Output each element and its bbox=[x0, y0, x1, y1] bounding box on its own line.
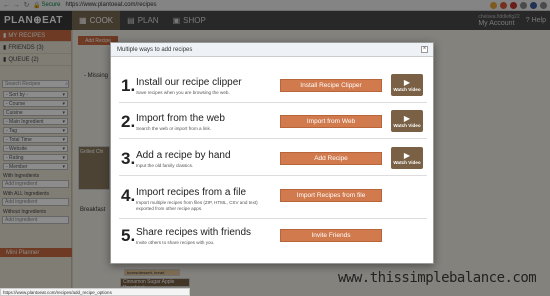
add-recipe-modal: Multiple ways to add recipes × 1. Instal… bbox=[110, 42, 434, 264]
option-number: 4. bbox=[121, 186, 136, 205]
option-title: Install our recipe clipper bbox=[136, 77, 242, 88]
modal-title: Multiple ways to add recipes bbox=[117, 46, 193, 53]
option-share-friends: 5. Share recipes with friends Invite oth… bbox=[119, 223, 427, 253]
install-recipe-clipper-button[interactable]: Install Recipe Clipper bbox=[280, 79, 382, 92]
watch-video-label: Watch Video bbox=[393, 87, 421, 92]
play-icon: ▶ bbox=[403, 151, 411, 160]
option-add-by-hand: 3. Add a recipe by hand Input the old fa… bbox=[119, 146, 427, 176]
import-recipes-from-file-button[interactable]: Import Recipes from file bbox=[280, 189, 382, 202]
invite-friends-button[interactable]: Invite Friends bbox=[280, 229, 382, 242]
option-description: Input the old family classics. bbox=[136, 163, 194, 168]
option-title: Share recipes with friends bbox=[136, 227, 252, 238]
watch-video-button[interactable]: ▶ Watch Video bbox=[391, 74, 423, 96]
option-title: Import recipes from a file bbox=[136, 187, 247, 198]
option-description: Save recipes when you are browsing the w… bbox=[136, 90, 230, 95]
option-recipe-clipper: 1. Install our recipe clipper Save recip… bbox=[119, 73, 427, 103]
watch-video-button[interactable]: ▶ Watch Video bbox=[391, 110, 423, 132]
option-title: Add a recipe by hand bbox=[136, 150, 231, 161]
option-import-web: 2. Import from the web Search the web or… bbox=[119, 109, 427, 139]
option-number: 5. bbox=[121, 226, 136, 245]
status-bar-url: https://www.plantoeat.com/recipes/add_re… bbox=[0, 288, 190, 296]
watch-video-label: Watch Video bbox=[393, 160, 421, 165]
option-number: 1. bbox=[121, 76, 136, 95]
watermark: www.thissimplebalance.com bbox=[338, 270, 537, 286]
option-description: Invite others to share recipes with you. bbox=[136, 240, 215, 245]
option-title: Import from the web bbox=[136, 113, 225, 124]
option-import-file: 4. Import recipes from a file Import mul… bbox=[119, 183, 427, 219]
close-icon[interactable]: × bbox=[421, 46, 428, 53]
option-description: Search the web or import from a link. bbox=[136, 126, 212, 131]
watch-video-label: Watch Video bbox=[393, 123, 421, 128]
play-icon: ▶ bbox=[403, 78, 411, 87]
play-icon: ▶ bbox=[403, 114, 411, 123]
modal-header: Multiple ways to add recipes × bbox=[111, 43, 433, 57]
option-number: 3. bbox=[121, 149, 136, 168]
option-number: 2. bbox=[121, 112, 136, 131]
option-description: Import multiple recipes from files (ZIP,… bbox=[136, 200, 258, 211]
import-from-web-button[interactable]: Import from Web bbox=[280, 115, 382, 128]
add-recipe-button[interactable]: Add Recipe bbox=[280, 152, 382, 165]
watch-video-button[interactable]: ▶ Watch Video bbox=[391, 147, 423, 169]
